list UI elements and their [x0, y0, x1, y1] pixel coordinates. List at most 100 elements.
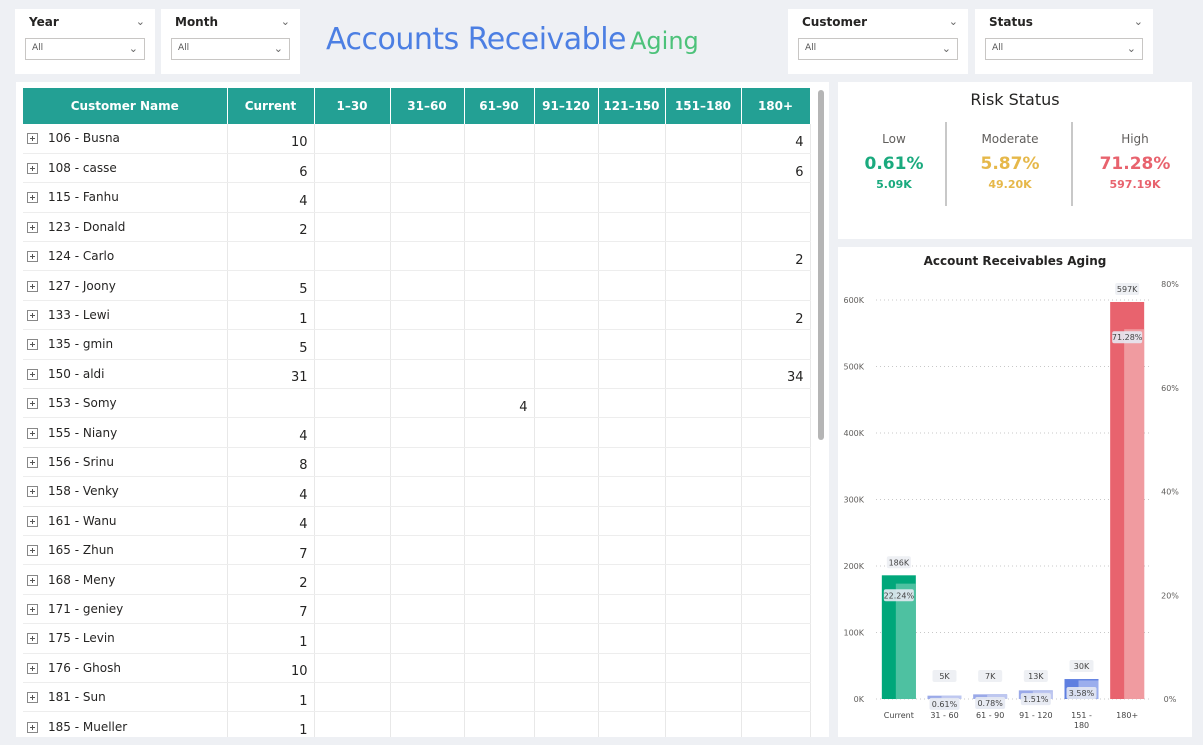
- table-row[interactable]: 153 - Somy 4: [23, 388, 811, 419]
- table-row[interactable]: 127 - Joony 5: [23, 270, 811, 301]
- column-header[interactable]: Customer Name: [23, 88, 228, 124]
- table-row[interactable]: 175 - Levin 1: [23, 623, 811, 654]
- table-row[interactable]: 108 - casse 6 6: [23, 153, 811, 184]
- column-header[interactable]: 180+: [741, 88, 811, 124]
- value-cell: [534, 300, 599, 331]
- column-header[interactable]: 91–120: [534, 88, 599, 124]
- expand-icon[interactable]: [27, 633, 38, 645]
- risk-high-amount: 597.19K: [1109, 178, 1161, 191]
- value-cell: [464, 711, 535, 737]
- table-row[interactable]: 176 - Ghosh 10: [23, 653, 811, 683]
- chevron-down-icon[interactable]: ⌄: [949, 15, 958, 28]
- expand-icon[interactable]: [27, 574, 38, 586]
- table-row[interactable]: 155 - Niany 4: [23, 417, 811, 448]
- customer-name: 181 - Sun: [48, 690, 106, 705]
- table-row[interactable]: 150 - aldi 31 34: [23, 359, 811, 390]
- expand-icon[interactable]: [27, 721, 38, 733]
- expand-icon[interactable]: [27, 398, 38, 410]
- expand-icon[interactable]: [27, 545, 38, 557]
- expand-icon[interactable]: [27, 221, 38, 233]
- customer-name-cell: 115 - Fanhu: [23, 182, 228, 213]
- table-row[interactable]: 181 - Sun 1: [23, 682, 811, 713]
- customer-name: 153 - Somy: [48, 396, 117, 411]
- risk-low-label: Low: [882, 132, 906, 146]
- value-cell: [534, 476, 599, 507]
- value-cell: [390, 653, 465, 683]
- customer-aging-matrix: Customer Name Current 1–30 31–60 61–90 91–120…: [16, 82, 829, 737]
- value-cell: [534, 447, 599, 478]
- column-header[interactable]: 31–60: [390, 88, 465, 124]
- table-row[interactable]: 161 - Wanu 4: [23, 506, 811, 536]
- value-cell: [390, 241, 465, 272]
- percent-label: 3.58%: [1069, 689, 1095, 698]
- value-cell: [741, 212, 811, 243]
- expand-icon[interactable]: [27, 456, 38, 468]
- customer-name: 127 - Joony: [48, 278, 116, 293]
- expand-icon[interactable]: [27, 662, 38, 674]
- customer-name-cell: 155 - Niany: [23, 417, 228, 448]
- expand-icon[interactable]: [27, 192, 38, 204]
- expand-icon[interactable]: [27, 427, 38, 439]
- table-row[interactable]: 123 - Donald 2: [23, 212, 811, 243]
- value-cell: [534, 653, 599, 683]
- y2-tick-label: 40%: [1161, 488, 1179, 497]
- column-header[interactable]: Current: [227, 88, 315, 124]
- table-row[interactable]: 106 - Busna 10 4: [23, 124, 811, 154]
- table-row[interactable]: 124 - Carlo 2: [23, 241, 811, 272]
- expand-icon[interactable]: [27, 251, 38, 263]
- chevron-down-icon[interactable]: ⌄: [281, 15, 290, 28]
- chevron-down-icon[interactable]: ⌄: [1134, 15, 1143, 28]
- expand-icon[interactable]: [27, 133, 38, 145]
- value-cell: [314, 182, 391, 213]
- table-row[interactable]: 135 - gmin 5: [23, 329, 811, 360]
- slicer-year: Year ⌄ All ⌄: [15, 9, 155, 74]
- customer-dropdown[interactable]: All ⌄: [798, 38, 958, 60]
- expand-icon[interactable]: [27, 486, 38, 498]
- expand-icon[interactable]: [27, 368, 38, 380]
- value-label: 5K: [939, 672, 950, 681]
- value-cell: [665, 653, 742, 683]
- expand-icon[interactable]: [27, 692, 38, 704]
- value-cell: [665, 594, 742, 625]
- column-header[interactable]: 151–180: [665, 88, 742, 124]
- value-cell: [598, 594, 666, 625]
- percent-label: 1.51%: [1023, 695, 1049, 704]
- customer-name: 175 - Levin: [48, 631, 115, 646]
- expand-icon[interactable]: [27, 515, 38, 527]
- value-label: 7K: [985, 672, 996, 681]
- value-cell: 5: [227, 329, 315, 360]
- value-cell: [665, 476, 742, 507]
- value-cell: [665, 300, 742, 331]
- customer-name: 155 - Niany: [48, 425, 118, 440]
- table-row[interactable]: 165 - Zhun 7: [23, 535, 811, 566]
- table-row[interactable]: 133 - Lewi 1 2: [23, 300, 811, 331]
- table-row[interactable]: 168 - Meny 2: [23, 564, 811, 595]
- expand-icon[interactable]: [27, 280, 38, 292]
- value-cell: [390, 623, 465, 654]
- value-cell: [598, 212, 666, 243]
- expand-icon[interactable]: [27, 163, 38, 175]
- table-row[interactable]: 158 - Venky 4: [23, 476, 811, 507]
- expand-icon[interactable]: [27, 339, 38, 351]
- column-header[interactable]: 121–150: [598, 88, 666, 124]
- value-cell: 1: [227, 711, 315, 737]
- table-row[interactable]: 185 - Mueller 1: [23, 711, 811, 737]
- column-header[interactable]: 61–90: [464, 88, 535, 124]
- expand-icon[interactable]: [27, 603, 38, 615]
- vertical-scrollbar[interactable]: [818, 90, 824, 440]
- chevron-down-icon[interactable]: ⌄: [136, 15, 145, 28]
- customer-dropdown-value: All: [805, 43, 817, 53]
- expand-icon[interactable]: [27, 310, 38, 322]
- value-label: 30K: [1074, 662, 1090, 671]
- month-dropdown[interactable]: All ⌄: [171, 38, 290, 60]
- value-cell: [534, 212, 599, 243]
- year-dropdown[interactable]: All ⌄: [25, 38, 145, 60]
- customer-name-cell: 106 - Busna: [23, 124, 228, 154]
- table-row[interactable]: 115 - Fanhu 4: [23, 182, 811, 213]
- percent-bar: [1124, 329, 1145, 699]
- value-cell: [534, 182, 599, 213]
- status-dropdown[interactable]: All ⌄: [985, 38, 1143, 60]
- column-header[interactable]: 1–30: [314, 88, 391, 124]
- table-row[interactable]: 156 - Srinu 8: [23, 447, 811, 478]
- table-row[interactable]: 171 - geniey 7: [23, 594, 811, 625]
